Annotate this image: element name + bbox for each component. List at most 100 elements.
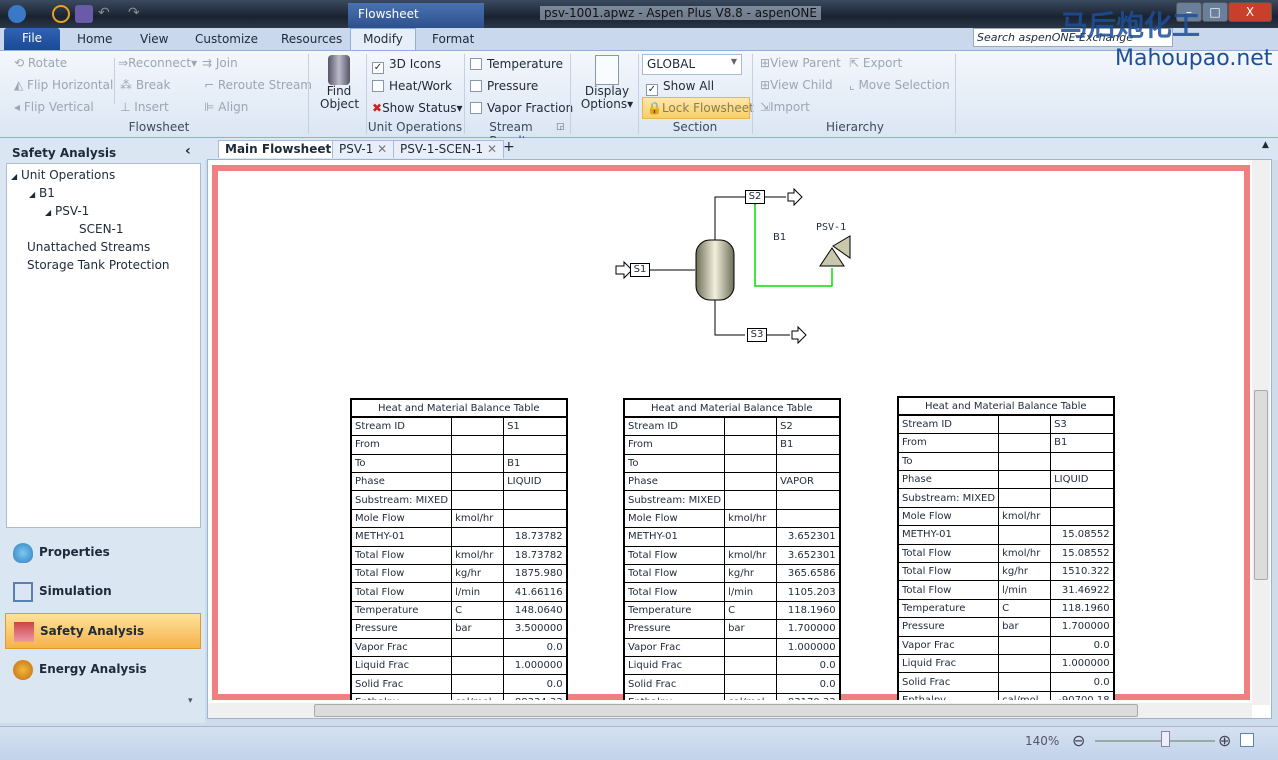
zoom-level: 140% xyxy=(1025,734,1060,748)
heat-material-balance-table[interactable]: Heat and Material Balance Table Stream ID… xyxy=(897,396,1115,700)
row-unit: bar xyxy=(998,617,1052,637)
table-row: Temperature C 118.1960 xyxy=(897,598,1115,619)
row-value xyxy=(776,453,841,474)
tables-area: Heat and Material Balance Table Stream ID… xyxy=(212,165,1250,700)
row-unit xyxy=(451,472,505,492)
row-label: Phase xyxy=(897,470,1000,490)
row-label: Total Flow xyxy=(350,564,453,584)
row-unit: C xyxy=(998,598,1052,619)
vertical-scrollbar[interactable] xyxy=(1252,160,1270,705)
table-row: METHY-01 15.08552 xyxy=(897,525,1115,545)
row-unit xyxy=(724,637,778,657)
horizontal-scrollbar[interactable] xyxy=(208,703,1252,718)
zoom-out-button[interactable]: ⊖ xyxy=(1072,731,1085,750)
table-row: To xyxy=(623,453,841,474)
zoom-to-fit-icon[interactable] xyxy=(1240,733,1254,747)
row-value: 1105.203 xyxy=(776,582,841,602)
row-label: Mole Flow xyxy=(350,508,453,529)
row-unit xyxy=(998,433,1052,453)
table-row: Vapor Frac 1.000000 xyxy=(623,637,841,657)
watermark-logo: 马后炮化工 xyxy=(1060,9,1201,42)
row-value xyxy=(503,508,568,529)
table-row: Temperature C 118.1960 xyxy=(623,600,841,621)
row-label: Liquid Frac xyxy=(897,653,1000,674)
row-unit: kmol/hr xyxy=(724,545,778,566)
row-label: Solid Frac xyxy=(350,674,453,694)
table-row: Total Flow kmol/hr 18.73782 xyxy=(350,545,568,566)
row-value: 0.0 xyxy=(1050,672,1115,692)
row-label: Temperature xyxy=(623,600,726,621)
row-label: Phase xyxy=(350,472,453,492)
row-value: 3.652301 xyxy=(776,545,841,566)
table-row: Stream ID S2 xyxy=(623,416,841,437)
row-unit xyxy=(998,635,1052,655)
heat-material-balance-table[interactable]: Heat and Material Balance Table Stream ID… xyxy=(623,398,841,700)
watermark-url: Mahoupao.net xyxy=(1115,46,1273,71)
row-label: Substream: MIXED xyxy=(350,490,453,510)
row-unit: bar xyxy=(724,619,778,639)
row-value: LIQUID xyxy=(1050,470,1115,490)
zoom-slider[interactable] xyxy=(1095,740,1215,742)
row-unit xyxy=(451,453,505,474)
row-value: 0.0 xyxy=(503,637,568,657)
row-label: Vapor Frac xyxy=(623,637,726,657)
row-unit: kmol/hr xyxy=(451,545,505,566)
table-row: Substream: MIXED xyxy=(623,490,841,510)
vertical-scroll-thumb[interactable] xyxy=(1254,390,1268,580)
row-value xyxy=(1050,451,1115,472)
row-value: -83170.33 xyxy=(776,692,841,700)
row-value: LIQUID xyxy=(503,472,568,492)
table-row: Vapor Frac 0.0 xyxy=(897,635,1115,655)
row-label: Liquid Frac xyxy=(350,655,453,676)
table-row: Total Flow kmol/hr 3.652301 xyxy=(623,545,841,566)
zoom-slider-thumb[interactable] xyxy=(1161,731,1170,747)
row-label: Vapor Frac xyxy=(897,635,1000,655)
row-value xyxy=(776,490,841,510)
row-label: Mole Flow xyxy=(623,508,726,529)
row-value: B1 xyxy=(1050,433,1115,453)
row-label: Enthalpy xyxy=(350,692,453,700)
row-value: B1 xyxy=(776,435,841,455)
row-label: Substream: MIXED xyxy=(623,490,726,510)
row-value xyxy=(1050,506,1115,527)
heat-material-balance-table[interactable]: Heat and Material Balance Table Stream ID… xyxy=(350,398,568,700)
row-label: To xyxy=(350,453,453,474)
row-unit: l/min xyxy=(998,580,1052,600)
row-unit xyxy=(451,637,505,657)
row-unit: cal/mol xyxy=(724,692,778,700)
table-row: Phase LIQUID xyxy=(350,472,568,492)
table-row: Solid Frac 0.0 xyxy=(623,674,841,694)
row-label: METHY-01 xyxy=(897,525,1000,545)
row-value: 1.700000 xyxy=(1050,617,1115,637)
row-value: 118.1960 xyxy=(1050,598,1115,619)
table-row: Substream: MIXED xyxy=(350,490,568,510)
row-unit xyxy=(451,655,505,676)
row-label: From xyxy=(623,435,726,455)
row-label: Stream ID xyxy=(623,416,726,437)
row-label: Mole Flow xyxy=(897,506,1000,527)
table-row: Total Flow l/min 41.66116 xyxy=(350,582,568,602)
row-value: 1.000000 xyxy=(776,637,841,657)
row-unit xyxy=(724,490,778,510)
table-row: Stream ID S3 xyxy=(897,414,1115,435)
row-unit xyxy=(451,490,505,510)
table-row: From xyxy=(350,435,568,455)
row-unit xyxy=(998,451,1052,472)
row-value xyxy=(1050,488,1115,508)
row-value: 148.0640 xyxy=(503,600,568,621)
row-label: To xyxy=(623,453,726,474)
row-value xyxy=(503,435,568,455)
row-label: To xyxy=(897,451,1000,472)
row-unit xyxy=(998,525,1052,545)
table-row: Temperature C 148.0640 xyxy=(350,600,568,621)
row-unit xyxy=(998,488,1052,508)
zoom-in-button[interactable]: ⊕ xyxy=(1218,731,1231,750)
horizontal-scroll-thumb[interactable] xyxy=(314,704,1138,717)
row-value xyxy=(776,508,841,529)
row-unit: kg/hr xyxy=(724,564,778,584)
table-row: Pressure bar 1.700000 xyxy=(897,617,1115,637)
table-row: Liquid Frac 0.0 xyxy=(623,655,841,676)
table-title: Heat and Material Balance Table xyxy=(897,396,1115,417)
row-value: -88334.33 xyxy=(503,692,568,700)
table-row: Mole Flow kmol/hr xyxy=(350,508,568,529)
